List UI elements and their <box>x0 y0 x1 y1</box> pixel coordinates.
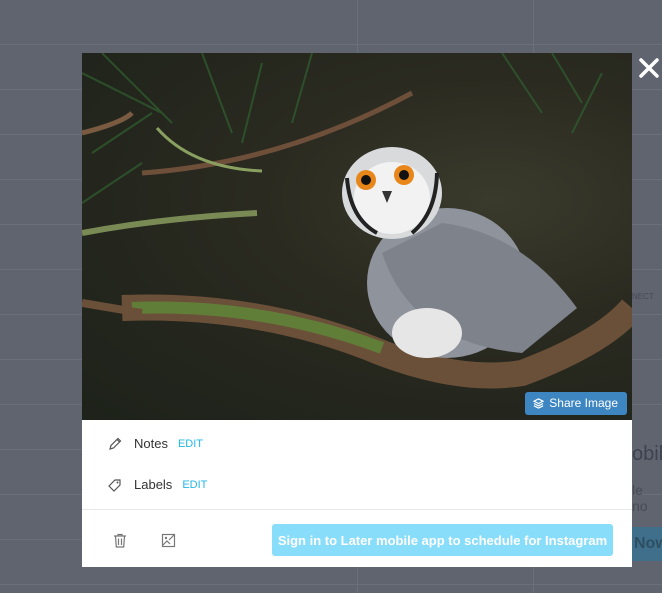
photo-illustration <box>82 53 632 389</box>
labels-row: Labels EDIT <box>82 464 632 505</box>
tag-icon <box>108 478 121 492</box>
owl-photo: Share Image <box>82 53 632 420</box>
layers-icon <box>533 397 545 409</box>
notes-label: Notes <box>134 436 168 451</box>
image-edit-icon <box>161 533 176 548</box>
labels-label: Labels <box>134 477 173 492</box>
delete-button[interactable] <box>113 533 127 548</box>
schedule-instagram-button[interactable]: Sign in to Later mobile app to schedule … <box>272 524 613 556</box>
background-text: le no <box>632 482 648 514</box>
edit-image-button[interactable] <box>161 533 176 548</box>
background-text: NECT <box>632 292 654 301</box>
close-icon[interactable] <box>637 56 661 80</box>
trash-icon <box>114 533 126 548</box>
share-image-button[interactable]: Share Image <box>525 392 627 415</box>
pencil-icon <box>109 437 122 450</box>
share-image-label: Share Image <box>549 396 618 410</box>
modal-footer: Sign in to Later mobile app to schedule … <box>82 509 632 567</box>
notes-row: Notes EDIT <box>82 423 632 464</box>
labels-edit-link[interactable]: EDIT <box>182 479 207 491</box>
background-text: obile <box>632 443 662 465</box>
image-modal: Share Image Notes EDIT Labels EDIT Sign … <box>82 53 632 567</box>
background-button: Now <box>632 527 662 561</box>
notes-edit-link[interactable]: EDIT <box>178 438 203 450</box>
